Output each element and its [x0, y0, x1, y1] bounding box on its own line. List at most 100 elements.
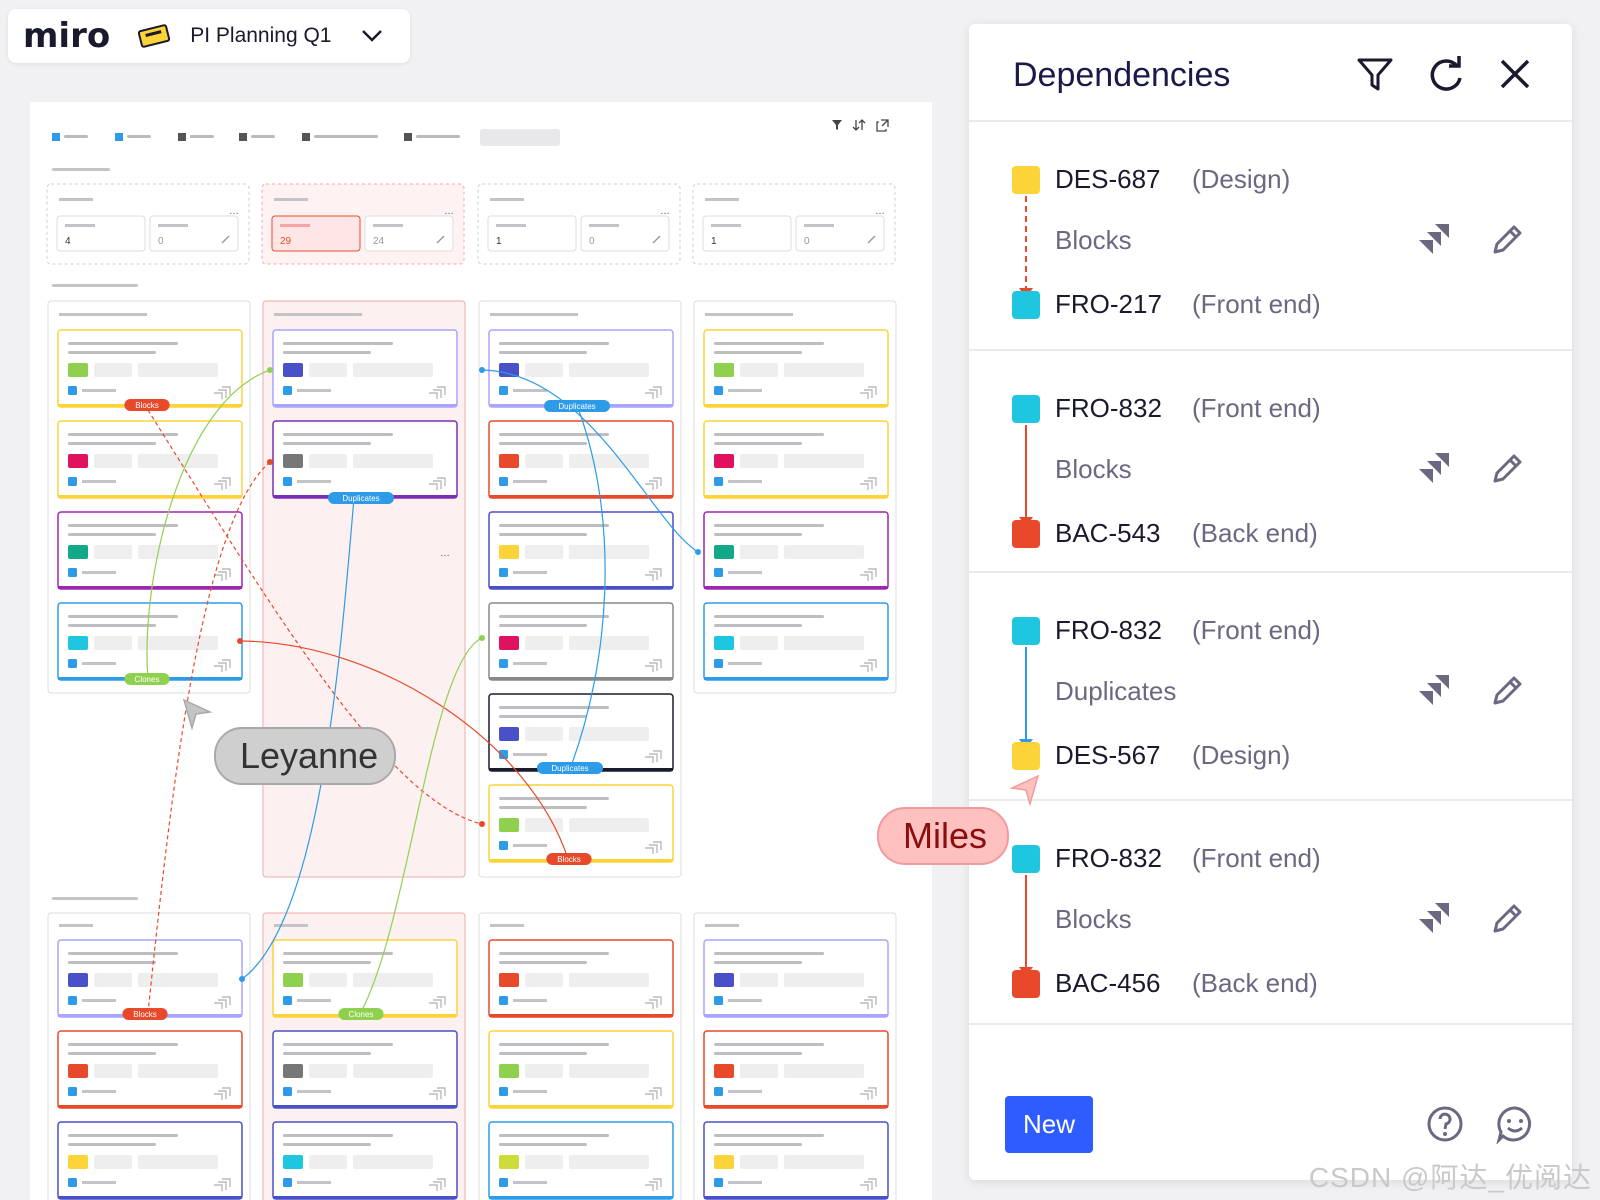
card-title-line — [714, 615, 824, 618]
card-title-line — [499, 524, 609, 527]
dependency-item[interactable]: FRO-832 (Front end) Blocks BAC-543 (Back… — [969, 351, 1572, 573]
dependency-badge-label: Duplicates — [551, 764, 588, 773]
card-type-icon — [499, 477, 508, 486]
card-meta — [82, 1090, 116, 1093]
summary-value: 1 — [496, 236, 502, 247]
card-field — [138, 454, 218, 468]
card-meta — [513, 1090, 547, 1093]
dependency-item[interactable]: FRO-832 (Front end) Duplicates DES-567 (… — [969, 573, 1572, 801]
card-field — [740, 545, 778, 559]
card-meta — [513, 389, 547, 392]
card-type-icon — [283, 996, 292, 1005]
card-bottom-bar — [58, 1105, 242, 1108]
card-bottom-bar — [489, 1014, 673, 1017]
card-title-line — [499, 797, 609, 800]
summary-cell-label — [804, 224, 834, 227]
card-field — [525, 363, 563, 377]
link-endpoint — [479, 821, 485, 827]
edit-pencil-icon[interactable] — [1489, 673, 1525, 709]
new-dependency-button[interactable]: New — [1005, 1096, 1093, 1153]
to-issue-key[interactable]: BAC-456 — [1055, 968, 1161, 999]
card-type-icon — [499, 1178, 508, 1187]
card-type-icon — [714, 386, 723, 395]
card-bottom-bar — [273, 1196, 457, 1199]
summary-cell-label — [65, 224, 95, 227]
close-icon[interactable] — [1495, 54, 1535, 94]
more-icon: … — [875, 206, 885, 217]
card-title-line — [714, 342, 824, 345]
panel-header: Dependencies — [969, 24, 1572, 122]
card-title-line — [68, 1134, 178, 1137]
board-header: miro PI Planning Q1 — [8, 9, 410, 63]
card-type-icon — [499, 1087, 508, 1096]
column-title — [59, 313, 147, 316]
to-issue-key[interactable]: DES-567 — [1055, 740, 1161, 771]
relation-label: Blocks — [1055, 454, 1132, 484]
card-field — [138, 363, 218, 377]
card-field — [309, 1155, 347, 1169]
card-field — [353, 363, 433, 377]
card-meta — [82, 480, 116, 483]
jira-icon[interactable] — [1413, 899, 1453, 939]
more-icon: … — [229, 206, 239, 217]
card-title-line — [714, 1143, 802, 1146]
card-type-icon — [714, 1178, 723, 1187]
toolbar-icon — [404, 133, 412, 141]
toolbar-icon — [52, 133, 60, 141]
to-issue-key[interactable]: FRO-217 — [1055, 289, 1162, 320]
section-heading — [52, 897, 138, 900]
card-meta — [82, 389, 116, 392]
summary-value: 24 — [373, 236, 385, 247]
edit-pencil-icon[interactable] — [1489, 451, 1525, 487]
planning-board[interactable]: … 4 0 … 29 24 … 1 0 … 1 0 … Blocks Duplicates Duplicat… — [30, 102, 932, 1200]
card-field — [569, 1155, 649, 1169]
card-field — [525, 1155, 563, 1169]
from-issue-key[interactable]: DES-687 — [1055, 164, 1161, 195]
card-bottom-bar — [704, 1105, 888, 1108]
dependency-item[interactable]: FRO-832 (Front end) Blocks BAC-456 (Back… — [969, 801, 1572, 1025]
card-field — [569, 818, 649, 832]
card-field — [94, 1064, 132, 1078]
jira-icon[interactable] — [1413, 671, 1453, 711]
summary-title — [705, 198, 739, 201]
feedback-icon[interactable] — [1495, 1104, 1535, 1144]
card-title-line — [68, 615, 178, 618]
from-issue-team: (Front end) — [1192, 843, 1321, 873]
card-color-swatch — [283, 973, 303, 987]
card-title-line — [68, 442, 156, 445]
cursor-label-miles: Miles — [877, 807, 1009, 865]
summary-cell-label — [589, 224, 619, 227]
issue-type-icon — [1012, 395, 1040, 423]
card-field — [569, 973, 649, 987]
filter-icon[interactable] — [1355, 54, 1395, 94]
from-issue-key[interactable]: FRO-832 — [1055, 615, 1162, 646]
dependency-badge-label: Duplicates — [558, 402, 595, 411]
edit-pencil-icon[interactable] — [1489, 222, 1525, 258]
cursor-arrow-icon-miles — [1009, 774, 1040, 807]
watermark: CSDN @阿达_优阅达 — [1308, 1162, 1592, 1193]
edit-pencil-icon[interactable] — [1489, 901, 1525, 937]
help-icon[interactable] — [1425, 1104, 1465, 1144]
more-icon: … — [440, 548, 450, 559]
card-title-line — [68, 624, 156, 627]
dependency-item[interactable]: DES-687 (Design) Blocks FRO-217 (Front e… — [969, 122, 1572, 351]
card-type-icon — [68, 386, 77, 395]
dependency-line — [1025, 425, 1027, 521]
card-bottom-bar — [704, 404, 888, 407]
from-issue-key[interactable]: FRO-832 — [1055, 843, 1162, 874]
more-icon: … — [660, 206, 670, 217]
link-endpoint — [479, 635, 485, 641]
card-meta — [728, 1090, 762, 1093]
dependency-badge-label: Blocks — [133, 1010, 157, 1019]
jira-icon[interactable] — [1413, 220, 1453, 260]
from-issue-key[interactable]: FRO-832 — [1055, 393, 1162, 424]
refresh-icon[interactable] — [1427, 54, 1467, 94]
card-type-icon — [714, 477, 723, 486]
to-issue-team: (Back end) — [1192, 518, 1318, 548]
board-title[interactable]: PI Planning Q1 — [190, 24, 331, 48]
chevron-down-icon[interactable] — [361, 29, 383, 43]
card-field — [525, 727, 563, 741]
jira-icon[interactable] — [1413, 449, 1453, 489]
to-issue-key[interactable]: BAC-543 — [1055, 518, 1161, 549]
miro-logo[interactable]: miro — [23, 16, 110, 56]
